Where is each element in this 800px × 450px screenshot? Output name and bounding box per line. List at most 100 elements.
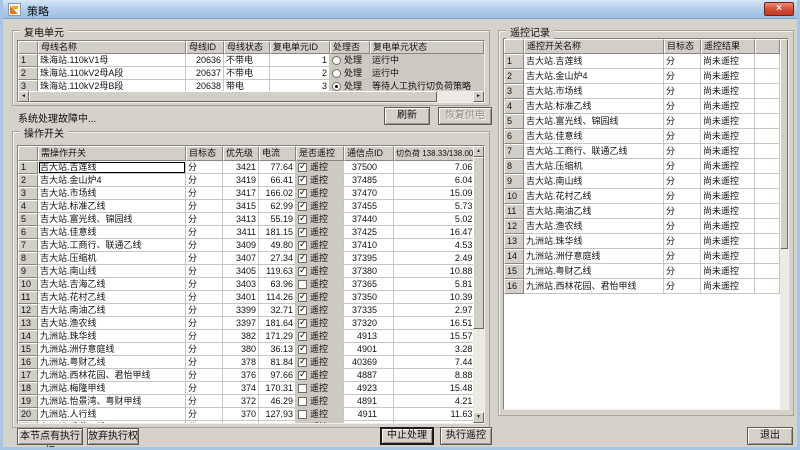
cell[interactable]	[755, 189, 780, 204]
cell[interactable]: 3407	[223, 252, 259, 265]
cell[interactable]: 3413	[223, 213, 259, 226]
cell[interactable]: 九洲站.洲仔意庭线	[524, 249, 664, 264]
cell[interactable]: 不带电	[224, 67, 270, 80]
cell[interactable]: 尚未遥控	[701, 144, 755, 159]
scrollbar-thumb[interactable]	[29, 91, 437, 102]
abort-button[interactable]: 中止处理	[380, 427, 434, 445]
checkbox-unchecked[interactable]	[298, 397, 307, 406]
cell[interactable]: 分	[186, 395, 223, 408]
cell[interactable]: 遥控	[296, 187, 344, 200]
cell[interactable]: 分	[664, 84, 701, 99]
table-row[interactable]: 11吉大站.南油乙线分尚未遥控	[504, 204, 780, 219]
cell[interactable]	[755, 84, 780, 99]
cell[interactable]: 分	[186, 174, 223, 187]
table-row[interactable]: 3吉大站.市场线分3417166.02遥控3747015.09	[18, 187, 475, 200]
cell[interactable]: 3397	[223, 317, 259, 330]
cell[interactable]	[755, 129, 780, 144]
cell[interactable]: 3415	[223, 200, 259, 213]
cell[interactable]: 分	[186, 278, 223, 291]
cell[interactable]: 吉大站.花村乙线	[38, 291, 186, 304]
cell[interactable]: 吉大站.标准乙线	[38, 200, 186, 213]
checkbox-checked[interactable]	[298, 215, 307, 224]
table-row[interactable]: 6吉大站.佳意线分尚未遥控	[504, 129, 780, 144]
cell[interactable]: 368	[223, 421, 259, 424]
cell[interactable]: 分	[664, 99, 701, 114]
cell[interactable]: 37455	[344, 200, 394, 213]
cell[interactable]: 37335	[344, 304, 394, 317]
horizontal-scrollbar[interactable]: ◄ ►	[18, 91, 484, 102]
cell[interactable]: 九洲站.西林花园、君怡甲线	[38, 369, 186, 382]
cell[interactable]: 尚未遥控	[701, 249, 755, 264]
table-row[interactable]: 13九洲站.珠华线分尚未遥控	[504, 234, 780, 249]
cell[interactable]: 吉大站.富光线、锦园线	[38, 213, 186, 226]
table-row[interactable]: 2吉大站.金山炉4分341966.41遥控374856.04	[18, 174, 475, 187]
cell[interactable]: 遥控	[296, 369, 344, 382]
cell[interactable]: 运行中	[370, 67, 484, 80]
table-row[interactable]: 2吉大站.金山炉4分尚未遥控	[504, 69, 780, 84]
table-row[interactable]: 1吉大站.吉莲线分尚未遥控	[504, 54, 780, 69]
cell[interactable]: 吉大站.南山线	[524, 174, 664, 189]
cell[interactable]: 遥控	[296, 421, 344, 424]
cell[interactable]: 15.09	[394, 187, 475, 200]
table-row[interactable]: 14九洲站.珠华线分382171.29遥控491315.57	[18, 330, 475, 343]
cell[interactable]: 分	[186, 265, 223, 278]
cell[interactable]: 370	[223, 408, 259, 421]
table-row[interactable]: 13吉大站.渔农线分3397181.64遥控3732016.51	[18, 317, 475, 330]
scrollbar-track[interactable]	[780, 39, 788, 409]
cell[interactable]: 吉大站.压缩机	[38, 252, 186, 265]
cell[interactable]: 16.47	[394, 226, 475, 239]
cell[interactable]: 吉大站.吉莲线	[38, 161, 186, 174]
cell[interactable]: 九洲站.粤财乙线	[524, 264, 664, 279]
cell[interactable]: 4.53	[394, 239, 475, 252]
cell[interactable]: 吉大站.工商行、联通乙线	[524, 144, 664, 159]
cell[interactable]: 16.51	[394, 317, 475, 330]
table-row[interactable]: 10吉大站.吉海乙线分340363.96遥控373655.81	[18, 278, 475, 291]
checkbox-unchecked[interactable]	[298, 280, 307, 289]
table-row[interactable]: 2珠海站.110kV2母A段20637不带电2处理运行中	[18, 67, 484, 80]
cell[interactable]: 尚未遥控	[701, 189, 755, 204]
cell[interactable]: 4913	[344, 330, 394, 343]
cell[interactable]: 4923	[344, 382, 394, 395]
cell[interactable]: 36.13	[259, 343, 296, 356]
cell[interactable]: 分	[186, 304, 223, 317]
cell[interactable]: 九洲站.怡景湾、粤财甲线	[38, 395, 186, 408]
cell[interactable]: 3417	[223, 187, 259, 200]
cell[interactable]: 37380	[344, 265, 394, 278]
table-row[interactable]: 17九洲站.西林花园、君怡甲线分37697.66遥控48878.88	[18, 369, 475, 382]
cell[interactable]: 40075	[344, 421, 394, 424]
cell[interactable]: 181.15	[259, 226, 296, 239]
cell[interactable]: 2.97	[394, 304, 475, 317]
cell[interactable]: 49.80	[259, 239, 296, 252]
cell[interactable]: 37350	[344, 291, 394, 304]
cell[interactable]: 尚未遥控	[701, 159, 755, 174]
table-row[interactable]: 5吉大站.富光线、锦园线分341355.19遥控374405.02	[18, 213, 475, 226]
cell[interactable]: 77.64	[259, 161, 296, 174]
cell[interactable]: 吉大站.南山线	[38, 265, 186, 278]
cell[interactable]: 4901	[344, 343, 394, 356]
table-row[interactable]: 12吉大站.渔农线分尚未遥控	[504, 219, 780, 234]
table-row[interactable]: 18九洲站.梅隆甲线分374170.31遥控492315.48	[18, 382, 475, 395]
table-row[interactable]: 5吉大站.富光线、锦园线分尚未遥控	[504, 114, 780, 129]
cell[interactable]: 3.28	[394, 343, 475, 356]
cell[interactable]: 10.39	[394, 291, 475, 304]
checkbox-checked[interactable]	[298, 189, 307, 198]
cell[interactable]: 分	[186, 187, 223, 200]
cell[interactable]: 127.93	[259, 408, 296, 421]
table-row[interactable]: 15九洲站.粤财乙线分尚未遥控	[504, 264, 780, 279]
vertical-scrollbar[interactable]: ▲ ▼	[473, 146, 484, 423]
cell[interactable]: 分	[186, 343, 223, 356]
cell[interactable]: 37440	[344, 213, 394, 226]
cell[interactable]: 20636	[186, 54, 224, 67]
cell[interactable]: 37320	[344, 317, 394, 330]
cell[interactable]: 尚未遥控	[701, 84, 755, 99]
close-button[interactable]: ×	[764, 2, 794, 16]
cell[interactable]: 吉大站.市场线	[38, 187, 186, 200]
cell[interactable]: 181.64	[259, 317, 296, 330]
cell[interactable]: 2.49	[394, 252, 475, 265]
table-row[interactable]: 8吉大站.压缩机分340727.34遥控373952.49	[18, 252, 475, 265]
cell[interactable]: 175.78	[259, 421, 296, 424]
cell[interactable]	[755, 99, 780, 114]
table-row[interactable]: 10吉大站.花村乙线分尚未遥控	[504, 189, 780, 204]
cell[interactable]: 分	[664, 189, 701, 204]
cell[interactable]	[755, 174, 780, 189]
